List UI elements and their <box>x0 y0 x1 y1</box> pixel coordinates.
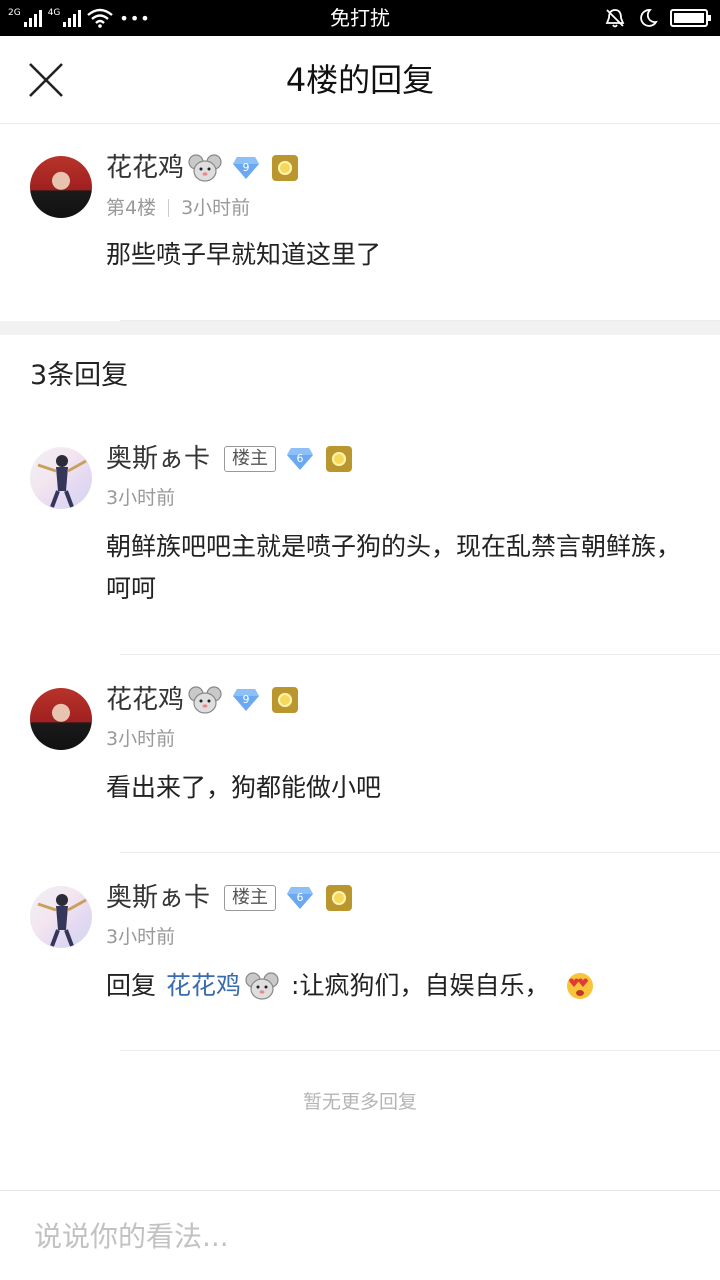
level-number: 9 <box>243 161 250 174</box>
post-meta: 第4楼 3小时前 <box>106 195 250 221</box>
replies-count-heading: 3条回复 <box>30 360 129 391</box>
level-number: 6 <box>297 891 304 904</box>
heart-eyes-emoji-icon <box>567 973 594 999</box>
divider <box>120 852 720 853</box>
header: 4楼的回复 <box>0 36 720 124</box>
reply-content: 朝鲜族吧吧主就是喷子狗的头，现在乱禁言朝鲜族，呵呵 <box>106 532 682 603</box>
reply-to-user-link[interactable]: 花花鸡 <box>166 965 241 1007</box>
section-gap <box>0 321 720 335</box>
avatar[interactable] <box>30 156 92 218</box>
bell-muted-icon <box>605 9 625 28</box>
no-more-replies-text: 暂无更多回复 <box>302 1091 417 1113</box>
status-bar: 2G 4G ••• 免打扰 <box>0 0 720 36</box>
main-post-user-row: 花花鸡 9 <box>106 150 299 186</box>
owner-tag: 楼主 <box>224 885 277 911</box>
status-right <box>604 6 711 30</box>
comment-bar <box>0 1190 720 1280</box>
reply-content: 看出来了，狗都能做小吧 <box>106 773 382 802</box>
username[interactable]: 奥斯ぁ卡 <box>106 441 210 477</box>
medal-icon <box>272 687 299 713</box>
post-content: 那些喷子早就知道这里了 <box>106 240 382 269</box>
reply-user-row: 奥斯ぁ卡 楼主 6 <box>106 880 353 916</box>
comment-input[interactable] <box>34 1211 684 1261</box>
mouse-emoji-icon <box>245 972 279 1000</box>
owner-tag: 楼主 <box>224 446 277 472</box>
reply-text: :让疯狗们，自娱自乐， <box>291 971 550 1000</box>
mouse-emoji-icon <box>188 686 222 714</box>
username[interactable]: 奥斯ぁ卡 <box>106 880 210 916</box>
divider <box>120 654 720 655</box>
moon-icon <box>640 9 658 27</box>
level-badge: 9 <box>232 687 260 713</box>
medal-icon <box>272 155 299 181</box>
username[interactable]: 花花鸡 <box>106 682 184 718</box>
post-time: 3小时前 <box>181 197 251 219</box>
reply-time: 3小时前 <box>106 926 176 948</box>
avatar-figure-icon <box>37 894 87 947</box>
medal-icon <box>326 885 353 911</box>
level-badge: 6 <box>286 885 314 911</box>
username[interactable]: 花花鸡 <box>106 150 184 186</box>
divider <box>120 1050 720 1051</box>
avatar-figure-icon <box>37 455 87 508</box>
avatar[interactable] <box>30 688 92 750</box>
level-badge: 6 <box>286 446 314 472</box>
avatar[interactable] <box>30 886 92 948</box>
reply-time: 3小时前 <box>106 487 176 509</box>
reply-time: 3小时前 <box>106 728 176 750</box>
level-number: 9 <box>243 693 250 706</box>
meta-divider <box>168 199 170 217</box>
battery-icon <box>670 9 711 27</box>
level-badge: 9 <box>232 155 260 181</box>
reply-user-row: 花花鸡 9 <box>106 682 299 718</box>
mouse-emoji-icon <box>188 154 222 182</box>
avatar[interactable] <box>30 447 92 509</box>
page-title: 4楼的回复 <box>285 61 435 99</box>
reply-content-row: 回复 花花鸡 :让疯狗们，自娱自乐， <box>106 965 686 1007</box>
reply-prefix: 回复 <box>106 971 157 1000</box>
medal-icon <box>326 446 353 472</box>
level-number: 6 <box>297 452 304 465</box>
reply-user-row: 奥斯ぁ卡 楼主 6 <box>106 441 353 477</box>
floor-number: 第4楼 <box>106 197 157 219</box>
